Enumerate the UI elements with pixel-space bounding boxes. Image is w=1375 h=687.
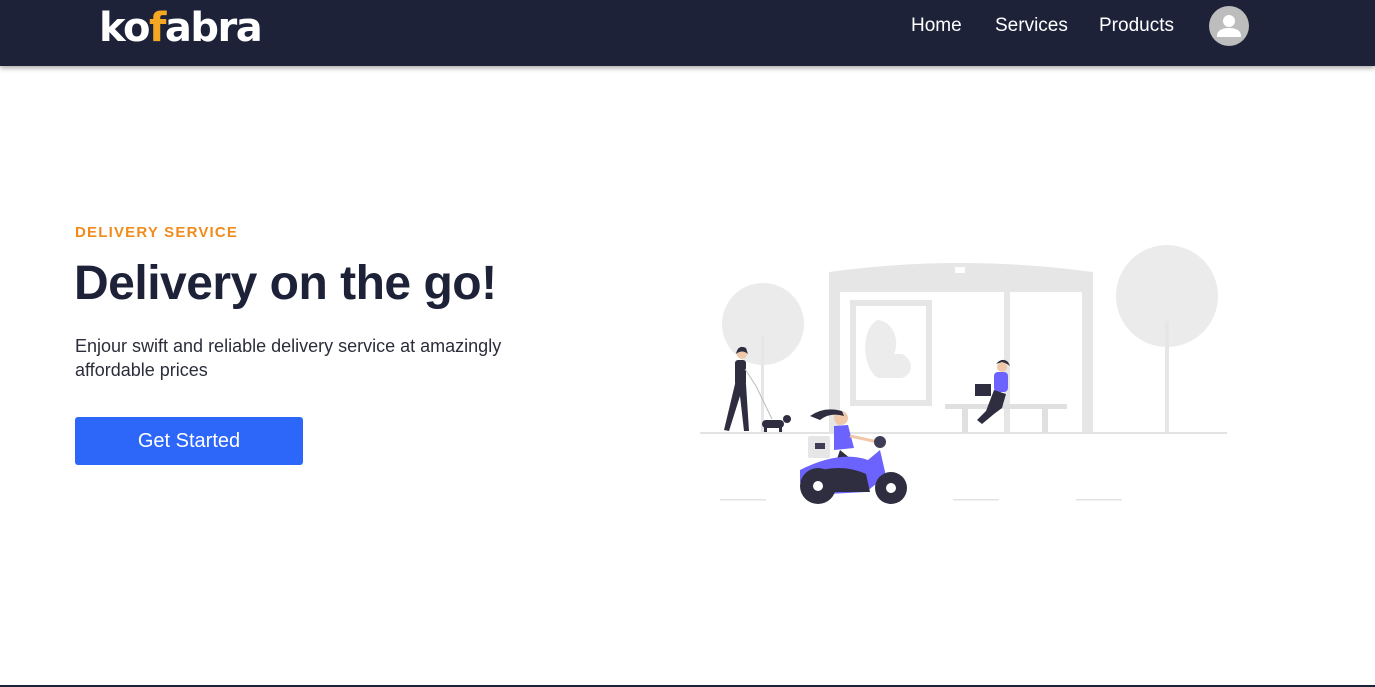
get-started-button[interactable]: Get Started <box>75 417 303 465</box>
tree-right-icon <box>1116 245 1218 434</box>
delivery-scooter-illustration <box>700 245 1227 504</box>
logo-text-part2: abra <box>164 5 263 51</box>
nav-link-home[interactable]: Home <box>911 14 962 38</box>
kofabra-logo[interactable]: kofabra <box>99 4 263 52</box>
hero-description: Enjour swift and reliable delivery servi… <box>75 336 502 380</box>
nav-link-products[interactable]: Products <box>1099 14 1174 38</box>
user-avatar-icon <box>1217 15 1241 37</box>
hero-eyebrow: DELIVERY SERVICE <box>75 224 239 241</box>
scooter-rider-icon <box>800 409 907 504</box>
navbar: kofabra Home Services Products <box>0 0 1375 66</box>
nav-link-services[interactable]: Services <box>995 14 1068 38</box>
logo-text-part1: ko <box>99 5 151 51</box>
logo-accent-letter: f <box>149 5 166 51</box>
hero-title: Delivery on the go! <box>74 257 497 310</box>
user-avatar-button[interactable] <box>1209 6 1249 46</box>
